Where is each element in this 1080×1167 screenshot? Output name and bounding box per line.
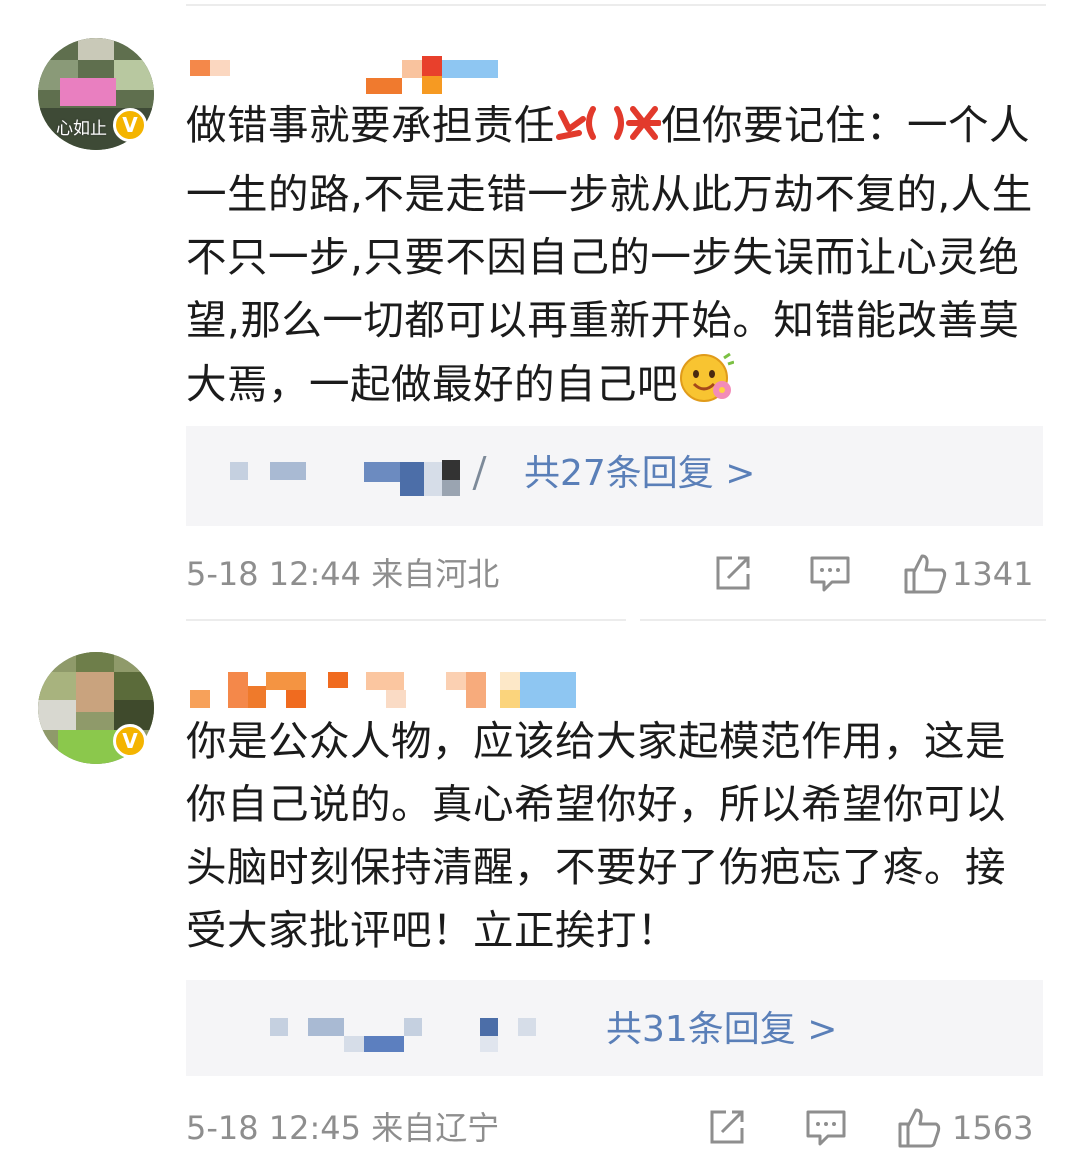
- comment-icon: [806, 1110, 846, 1146]
- location: 来自辽宁: [371, 1109, 500, 1147]
- username-blurred[interactable]: [190, 668, 590, 708]
- verified-badge-icon: V: [113, 724, 147, 758]
- comment-button[interactable]: [804, 1106, 848, 1150]
- like-icon: [898, 1108, 941, 1148]
- share-button[interactable]: [706, 1106, 748, 1150]
- comment-2: V 你是公众人物，应该给大家起模范作用，这是你自己说的。真心希望你好，所以希望你…: [0, 0, 1080, 1167]
- reply-count-link[interactable]: 共31条回复 >: [606, 1010, 837, 1050]
- timestamp: 5-18 12:45 来自辽宁: [186, 1109, 500, 1147]
- like-button[interactable]: 1563: [896, 1106, 1046, 1150]
- comment-meta: 5-18 12:45 来自辽宁 1563: [186, 1106, 1046, 1150]
- like-count: 1563: [952, 1109, 1034, 1147]
- comment-text: 你是公众人物，应该给大家起模范作用，这是你自己说的。真心希望你好，所以希望你可以…: [186, 717, 1006, 954]
- share-icon: [710, 1110, 744, 1144]
- reply-preview-box[interactable]: 共31条回复 >: [186, 980, 1043, 1076]
